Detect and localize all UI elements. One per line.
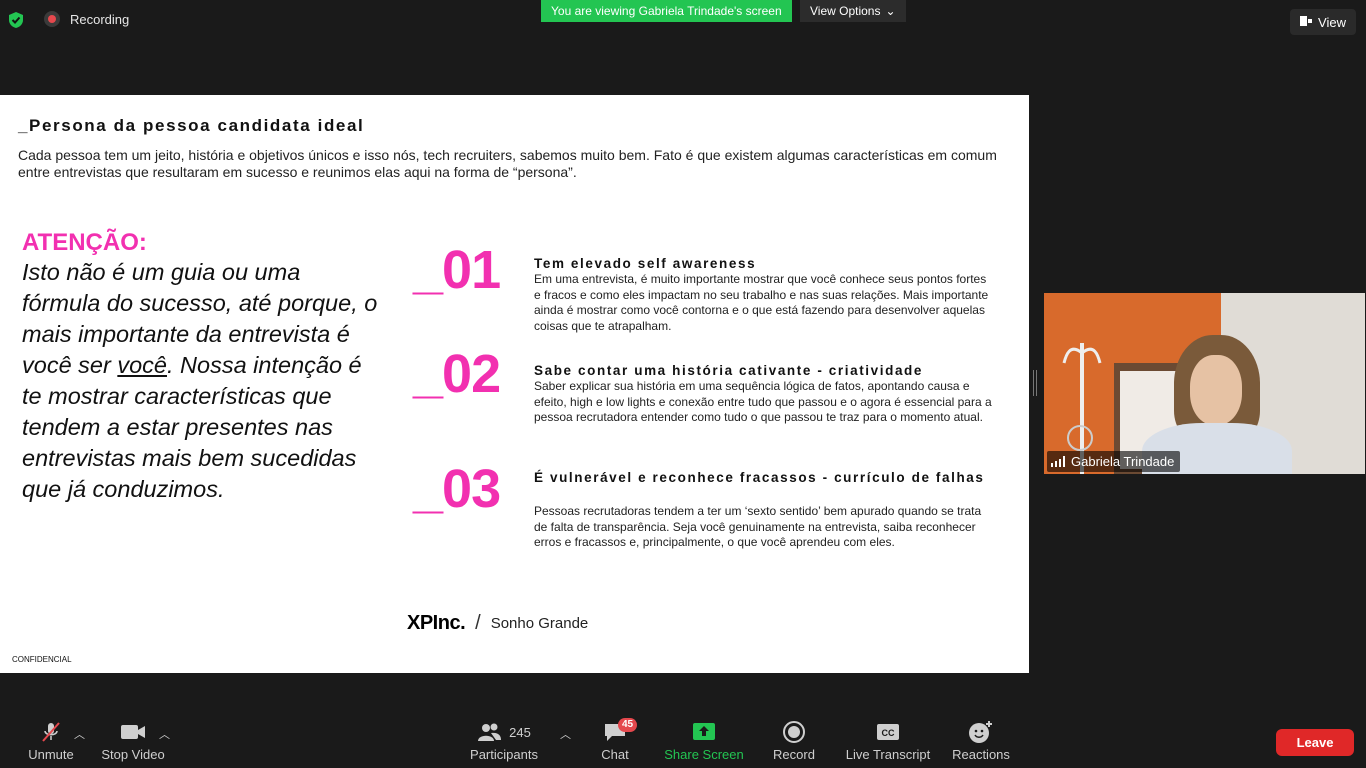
participants-icon [478, 723, 502, 741]
shared-screen-slide: _Persona da pessoa candidata ideal Cada … [0, 95, 1029, 673]
participant-video[interactable] [1044, 293, 1365, 474]
share-screen-icon [692, 720, 716, 744]
chevron-down-icon: ⌄ [885, 4, 896, 18]
participants-count: 245 [509, 724, 531, 740]
smiley-plus-icon [968, 720, 994, 744]
item-body: Pessoas recrutadoras tendem a ter um ‘se… [534, 504, 982, 549]
item-body: Em uma entrevista, é muito importante mo… [534, 272, 989, 333]
view-label: View [1318, 14, 1346, 30]
view-layout-icon [1300, 15, 1313, 30]
security-shield-icon[interactable] [6, 10, 26, 30]
svg-text:CC: CC [882, 728, 895, 738]
top-bar: Recording You are viewing Gabriela Trind… [0, 0, 1366, 44]
view-options-button[interactable]: View Options ⌄ [800, 0, 906, 22]
slide-title: _Persona da pessoa candidata ideal [18, 116, 365, 135]
slide-intro: Cada pessoa tem um jeito, história e obj… [18, 147, 997, 180]
recording-label: Recording [70, 11, 130, 27]
view-button[interactable]: View [1290, 9, 1356, 35]
record-dot-icon [44, 11, 60, 27]
stop-video-label: Stop Video [101, 747, 165, 762]
recording-indicator[interactable]: Recording [44, 11, 129, 27]
stop-video-button[interactable]: Stop Video [98, 716, 168, 768]
unmute-button[interactable]: Unmute [24, 716, 78, 768]
unmute-label: Unmute [28, 747, 74, 762]
viewing-banner: You are viewing Gabriela Trindade's scre… [541, 0, 792, 22]
closed-caption-icon: CC [876, 720, 900, 744]
record-icon [783, 720, 805, 744]
view-options-label: View Options [810, 4, 881, 18]
meeting-toolbar: Unmute ︿ Stop Video ︿ 245 Participants ︿… [0, 716, 1366, 768]
reactions-button[interactable]: Reactions [950, 716, 1012, 768]
share-screen-label: Share Screen [664, 747, 744, 762]
attention-text: Isto não é um guia ou uma fórmula do suc… [22, 259, 378, 502]
participant-nameplate: Gabriela Trindade [1047, 451, 1181, 472]
confidential-label: CONFIDENCIAL [12, 655, 72, 664]
record-label: Record [773, 747, 815, 762]
xp-inc-logo: XPInc. / Sonho Grande [407, 612, 588, 635]
leave-button[interactable]: Leave [1276, 729, 1354, 756]
live-transcript-button[interactable]: CC Live Transcript [842, 716, 934, 768]
participants-options-chevron-icon[interactable]: ︿ [560, 726, 571, 742]
item-body: Saber explicar sua história em uma sequê… [534, 379, 992, 424]
underlined-word: você [117, 352, 167, 378]
share-screen-button[interactable]: Share Screen [662, 716, 746, 768]
live-transcript-label: Live Transcript [845, 747, 931, 762]
chat-unread-badge: 45 [618, 718, 638, 732]
video-options-chevron-icon[interactable]: ︿ [159, 726, 170, 742]
audio-options-chevron-icon[interactable]: ︿ [74, 726, 85, 742]
item-heading: É vulnerável e reconhece fracassos - cur… [534, 470, 985, 485]
chat-label: Chat [601, 747, 629, 762]
item-heading: Tem elevado self awareness [534, 256, 757, 271]
item-number: _03 [413, 459, 501, 519]
logo-wordmark: XPInc. [407, 612, 466, 634]
attention-label: ATENÇÃO: [22, 229, 147, 256]
resize-handle[interactable] [1033, 370, 1037, 396]
signal-strength-icon [1051, 456, 1065, 467]
item-number: _01 [413, 240, 501, 300]
item-number: _02 [413, 344, 501, 404]
participants-label: Participants [470, 747, 538, 762]
video-camera-icon [120, 720, 146, 744]
microphone-muted-icon [39, 720, 63, 744]
item-heading: Sabe contar uma história cativante - cri… [534, 363, 924, 378]
logo-slash: / [475, 612, 481, 634]
reactions-label: Reactions [952, 747, 1010, 762]
record-button[interactable]: Record [770, 716, 818, 768]
logo-tagline: Sonho Grande [490, 615, 589, 632]
participant-name: Gabriela Trindade [1071, 454, 1175, 469]
participants-button[interactable]: 245 Participants [466, 716, 542, 768]
